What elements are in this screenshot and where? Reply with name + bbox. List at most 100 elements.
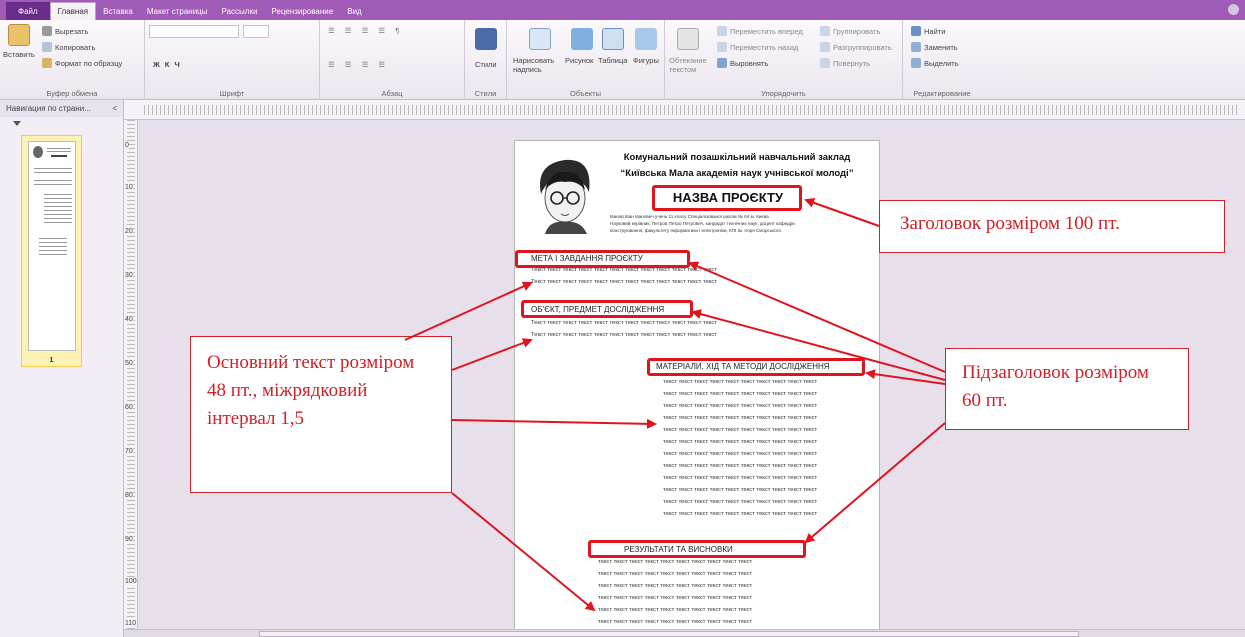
replace-button[interactable]: Заменить bbox=[911, 42, 958, 52]
body-text-line: текст текст текст текст текст текст текс… bbox=[598, 571, 753, 577]
body-text-line: Текст текст текст текст текст текст текс… bbox=[531, 267, 717, 273]
ribbon: Вставить Вырезать Копировать Формат по о… bbox=[0, 20, 1245, 100]
styles-button[interactable]: Стили bbox=[475, 60, 497, 69]
thumb-line bbox=[34, 180, 72, 181]
author-info: Іванов Іван Іванович учень 11 класу Спец… bbox=[610, 213, 840, 234]
highlight-section-4 bbox=[588, 540, 806, 558]
wrap-text-button[interactable]: Обтекание текстом bbox=[669, 56, 709, 74]
select-button[interactable]: Выделить bbox=[911, 58, 959, 68]
group-font: ЖКЧ Шрифт bbox=[145, 20, 320, 100]
body-text-line: текст текст текст текст текст текст текс… bbox=[598, 619, 753, 625]
font-name-combo[interactable] bbox=[149, 25, 239, 38]
thumb-line bbox=[44, 218, 72, 219]
tab-mailings[interactable]: Рассылки bbox=[215, 2, 265, 20]
bring-forward-icon bbox=[717, 26, 727, 36]
ruler-ticks bbox=[144, 105, 1239, 115]
paste-button[interactable]: Вставить bbox=[3, 50, 35, 59]
group-objects: Нарисовать надпись Рисунок Таблица Фигур… bbox=[507, 20, 665, 100]
thumb-line bbox=[39, 238, 67, 239]
tab-file[interactable]: Файл bbox=[6, 2, 50, 20]
tab-review[interactable]: Рецензирование bbox=[264, 2, 340, 20]
thumbnail-portrait bbox=[33, 146, 43, 158]
page-thumbnail[interactable]: 1 bbox=[21, 135, 82, 367]
align-buttons[interactable]: ☰ ☰ ☰ ☰ bbox=[328, 60, 389, 69]
table-button[interactable]: Таблица bbox=[598, 56, 627, 65]
collapse-triangle-icon[interactable] bbox=[13, 121, 21, 126]
body-text-line: текст текст текст текст текст текст текс… bbox=[663, 511, 818, 517]
body-text-line: текст текст текст текст текст текст текс… bbox=[598, 607, 753, 613]
author-line: Іванов Іван Іванович учень 11 класу Спец… bbox=[610, 214, 769, 219]
body-text-line: текст текст текст текст текст текст текс… bbox=[663, 427, 818, 433]
find-button[interactable]: Найти bbox=[911, 26, 945, 36]
replace-icon bbox=[911, 42, 921, 52]
brush-icon bbox=[42, 58, 52, 68]
picture-button[interactable]: Рисунок bbox=[565, 56, 593, 65]
group-clipboard: Вставить Вырезать Копировать Формат по о… bbox=[0, 20, 145, 100]
cut-button[interactable]: Вырезать bbox=[42, 26, 88, 36]
thumb-line bbox=[34, 172, 72, 173]
nav-header: Навигация по страни... < bbox=[0, 100, 123, 117]
highlight-title bbox=[652, 185, 802, 211]
paste-icon bbox=[8, 24, 30, 46]
font-format-buttons[interactable]: ЖКЧ bbox=[153, 60, 185, 69]
align-button[interactable]: Выровнять bbox=[717, 58, 768, 68]
navigation-pane: Навигация по страни... < 1 bbox=[0, 100, 124, 637]
scissors-icon bbox=[42, 26, 52, 36]
font-group-label: Шрифт bbox=[219, 89, 245, 98]
body-text-line: текст текст текст текст текст текст текс… bbox=[663, 439, 818, 445]
rotate-button[interactable]: Повернуть bbox=[820, 58, 870, 68]
wrap-text-icon bbox=[677, 28, 699, 50]
vruler-number: 90 bbox=[125, 536, 133, 543]
thumb-line bbox=[44, 202, 72, 203]
paragraph-group-label: Абзац bbox=[381, 89, 403, 98]
vruler-number: 20 bbox=[125, 228, 133, 235]
group-button[interactable]: Группировать bbox=[820, 26, 880, 36]
group-editing: Найти Заменить Выделить Редактирование bbox=[903, 20, 981, 100]
thumb-line bbox=[34, 184, 72, 185]
body-text-line: текст текст текст текст текст текст текс… bbox=[598, 583, 753, 589]
ungroup-label: Разгруппировать bbox=[833, 42, 892, 52]
vruler-number: 100 bbox=[125, 578, 137, 585]
highlight-section-1 bbox=[515, 250, 690, 268]
list-buttons[interactable]: ☰ ☰ ☰ ☰ ¶ bbox=[328, 26, 403, 35]
thumb-line bbox=[44, 194, 72, 195]
vruler-number: 50 bbox=[125, 360, 133, 367]
ungroup-icon bbox=[820, 42, 830, 52]
tab-home[interactable]: Главная bbox=[49, 2, 97, 20]
send-backward-button[interactable]: Переместить назад bbox=[717, 42, 798, 52]
styles-group-label: Стили bbox=[474, 89, 497, 98]
copy-button[interactable]: Копировать bbox=[42, 42, 95, 52]
draw-text-box-button[interactable]: Нарисовать надпись bbox=[513, 56, 567, 74]
thumb-line bbox=[39, 250, 67, 251]
institution-line-2: “Київська Мала академія наук учнівської … bbox=[620, 168, 854, 179]
body-text-line: текст текст текст текст текст текст текс… bbox=[598, 595, 753, 601]
body-text-line: текст текст текст текст текст текст текс… bbox=[663, 403, 818, 409]
portrait-image bbox=[540, 159, 590, 234]
scrollbar-thumb[interactable] bbox=[259, 631, 1079, 637]
picture-icon bbox=[571, 28, 593, 50]
bring-forward-button[interactable]: Переместить вперед bbox=[717, 26, 803, 36]
arrange-group-label: Упорядочить bbox=[761, 89, 806, 98]
help-icon[interactable] bbox=[1228, 4, 1239, 15]
institution-line-1: Комунальний позашкільний навчальний закл… bbox=[623, 152, 851, 163]
horizontal-scrollbar[interactable] bbox=[124, 629, 1245, 637]
tab-page-layout[interactable]: Макет страницы bbox=[140, 2, 215, 20]
thumbnail-page bbox=[28, 141, 76, 351]
ungroup-button[interactable]: Разгруппировать bbox=[820, 42, 892, 52]
nav-title: Навигация по страни... bbox=[6, 104, 91, 113]
shapes-button[interactable]: Фигуры bbox=[633, 56, 659, 65]
body-text-line: текст текст текст текст текст текст текс… bbox=[663, 475, 818, 481]
format-painter-button[interactable]: Формат по образцу bbox=[42, 58, 122, 68]
font-size-combo[interactable] bbox=[243, 25, 269, 38]
group-icon bbox=[820, 26, 830, 36]
rotate-icon bbox=[820, 58, 830, 68]
callout-subtitle-size: Підзаголовок розміром 60 пт. bbox=[945, 348, 1189, 430]
align-icon bbox=[717, 58, 727, 68]
callout-body-size: Основний текст розміром 48 пт., міжрядко… bbox=[190, 336, 452, 493]
tab-insert[interactable]: Вставка bbox=[96, 2, 140, 20]
tab-view[interactable]: Вид bbox=[340, 2, 368, 20]
clipboard-group-label: Буфер обмена bbox=[46, 89, 98, 98]
thumb-line bbox=[47, 148, 71, 149]
nav-close-button[interactable]: < bbox=[112, 104, 117, 113]
thumb-line bbox=[39, 246, 67, 247]
